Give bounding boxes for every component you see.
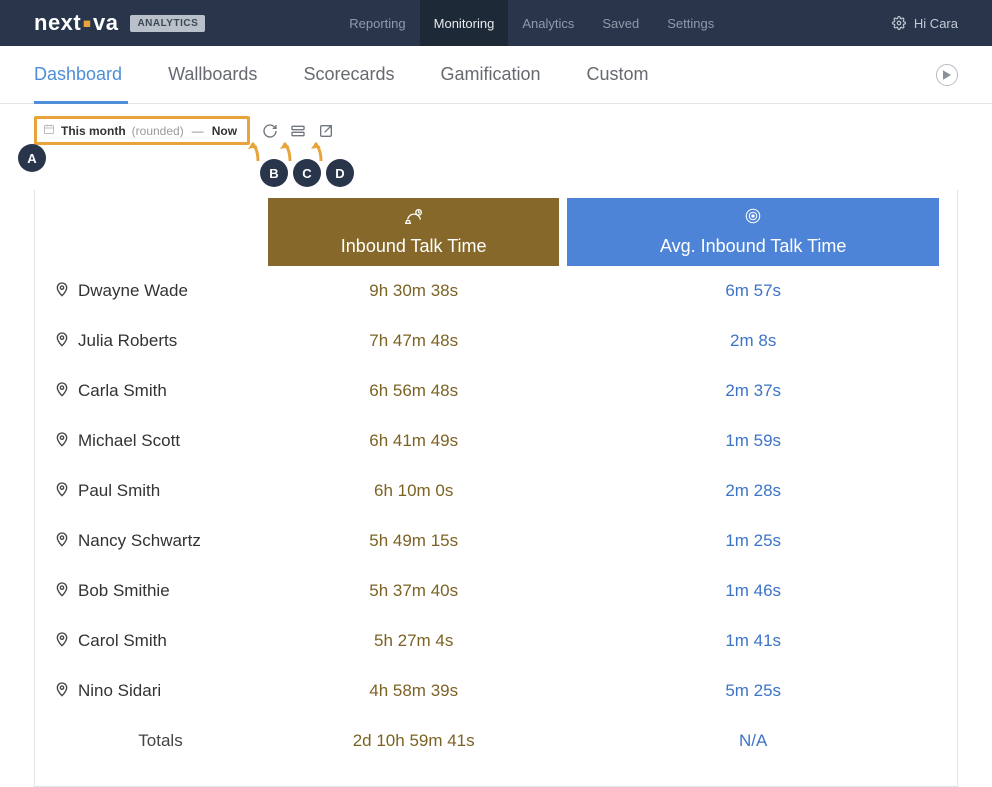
nav-monitoring[interactable]: Monitoring — [420, 0, 509, 46]
tab-dashboard[interactable]: Dashboard — [34, 46, 140, 103]
table-row[interactable]: Julia Roberts 7h 47m 48s2m 8s — [53, 316, 939, 366]
callout-a-badge: A — [18, 144, 46, 172]
brand-logo[interactable]: next ▪ va ANALYTICS — [34, 0, 205, 46]
agent-name: Dwayne Wade — [78, 281, 188, 301]
avg-value: 5m 25s — [567, 666, 939, 716]
dashboard-card: Inbound Talk Time Avg. Inbound Talk Time — [34, 190, 958, 787]
popout-button[interactable] — [318, 123, 334, 139]
inbound-value: 4h 58m 39s — [268, 666, 559, 716]
table-row[interactable]: Michael Scott 6h 41m 49s1m 59s — [53, 416, 939, 466]
user-greeting: Hi Cara — [914, 16, 958, 31]
inbound-value: 9h 30m 38s — [268, 266, 559, 316]
location-pin-icon — [54, 429, 70, 454]
nav-analytics[interactable]: Analytics — [508, 0, 588, 46]
date-range-modifier: (rounded) — [132, 124, 184, 138]
avg-value: 2m 8s — [567, 316, 939, 366]
user-menu[interactable]: Hi Cara — [892, 0, 958, 46]
avg-value: 1m 59s — [567, 416, 939, 466]
inbound-value: 6h 10m 0s — [268, 466, 559, 516]
brand-analytics-badge: ANALYTICS — [130, 15, 205, 32]
agent-name: Nancy Schwartz — [78, 531, 201, 551]
gear-icon — [892, 16, 906, 30]
talk-time-table: Inbound Talk Time Avg. Inbound Talk Time — [53, 198, 939, 766]
nav-reporting[interactable]: Reporting — [335, 0, 419, 46]
top-nav: next ▪ va ANALYTICS Reporting Monitoring… — [0, 0, 992, 46]
location-pin-icon — [54, 329, 70, 354]
totals-inbound: 2d 10h 59m 41s — [268, 716, 559, 766]
inbound-value: 7h 47m 48s — [268, 316, 559, 366]
nav-saved[interactable]: Saved — [588, 0, 653, 46]
avg-value: 6m 57s — [567, 266, 939, 316]
secondary-nav: Dashboard Wallboards Scorecards Gamifica… — [0, 46, 992, 104]
tab-wallboards[interactable]: Wallboards — [150, 46, 275, 103]
agent-name: Julia Roberts — [78, 331, 177, 351]
tab-scorecards[interactable]: Scorecards — [285, 46, 412, 103]
inbound-value: 5h 49m 15s — [268, 516, 559, 566]
table-row[interactable]: Dwayne Wade 9h 30m 38s6m 57s — [53, 266, 939, 316]
agent-name: Bob Smithie — [78, 581, 170, 601]
table-row[interactable]: Carla Smith 6h 56m 48s2m 37s — [53, 366, 939, 416]
date-range-picker[interactable]: This month (rounded) — Now — [34, 116, 250, 145]
table-row[interactable]: Nancy Schwartz 5h 49m 15s1m 25s — [53, 516, 939, 566]
callout-d-badge: D — [326, 159, 354, 187]
avg-value: 2m 37s — [567, 366, 939, 416]
callout-arrow-icon — [280, 139, 294, 161]
table-row[interactable]: Nino Sidari 4h 58m 39s5m 25s — [53, 666, 939, 716]
agent-name: Nino Sidari — [78, 681, 161, 701]
avg-value: 1m 41s — [567, 616, 939, 666]
column-header-inbound[interactable]: Inbound Talk Time — [268, 198, 559, 266]
avg-value: 1m 46s — [567, 566, 939, 616]
primary-nav: Reporting Monitoring Analytics Saved Set… — [335, 0, 728, 46]
location-pin-icon — [54, 279, 70, 304]
tab-custom[interactable]: Custom — [569, 46, 667, 103]
avg-value: 2m 28s — [567, 466, 939, 516]
callout-arrow-icon — [248, 139, 262, 161]
location-pin-icon — [54, 529, 70, 554]
totals-row: Totals 2d 10h 59m 41s N/A — [53, 716, 939, 766]
callout-arrow-icon — [311, 139, 325, 161]
date-range-primary: This month — [61, 124, 126, 138]
layout-toggle-button[interactable] — [290, 123, 306, 139]
agent-name: Paul Smith — [78, 481, 160, 501]
location-pin-icon — [54, 579, 70, 604]
inbound-value: 6h 56m 48s — [268, 366, 559, 416]
brand-wordmark: next ▪ va — [34, 10, 118, 36]
inbound-value: 5h 37m 40s — [268, 566, 559, 616]
location-pin-icon — [54, 379, 70, 404]
table-row[interactable]: Carol Smith 5h 27m 4s1m 41s — [53, 616, 939, 666]
column-header-avg[interactable]: Avg. Inbound Talk Time — [567, 198, 939, 266]
location-pin-icon — [54, 679, 70, 704]
avg-value: 1m 25s — [567, 516, 939, 566]
location-pin-icon — [54, 479, 70, 504]
agent-name: Michael Scott — [78, 431, 180, 451]
callout-b-badge: B — [260, 159, 288, 187]
nav-settings[interactable]: Settings — [653, 0, 728, 46]
agent-name: Carol Smith — [78, 631, 167, 651]
calendar-icon — [43, 123, 55, 138]
tab-gamification[interactable]: Gamification — [422, 46, 558, 103]
play-button[interactable] — [936, 64, 958, 86]
table-row[interactable]: Bob Smithie 5h 37m 40s1m 46s — [53, 566, 939, 616]
inbound-value: 6h 41m 49s — [268, 416, 559, 466]
phone-duration-icon — [403, 207, 425, 230]
totals-label: Totals — [53, 716, 268, 766]
location-pin-icon — [54, 629, 70, 654]
totals-avg: N/A — [567, 716, 939, 766]
date-range-secondary: Now — [212, 124, 237, 138]
dashboard-toolbar: This month (rounded) — Now A B C D — [0, 104, 992, 190]
inbound-value: 5h 27m 4s — [268, 616, 559, 666]
callout-c-badge: C — [293, 159, 321, 187]
target-icon — [742, 207, 764, 230]
agent-name: Carla Smith — [78, 381, 167, 401]
table-row[interactable]: Paul Smith 6h 10m 0s2m 28s — [53, 466, 939, 516]
refresh-button[interactable] — [262, 123, 278, 139]
